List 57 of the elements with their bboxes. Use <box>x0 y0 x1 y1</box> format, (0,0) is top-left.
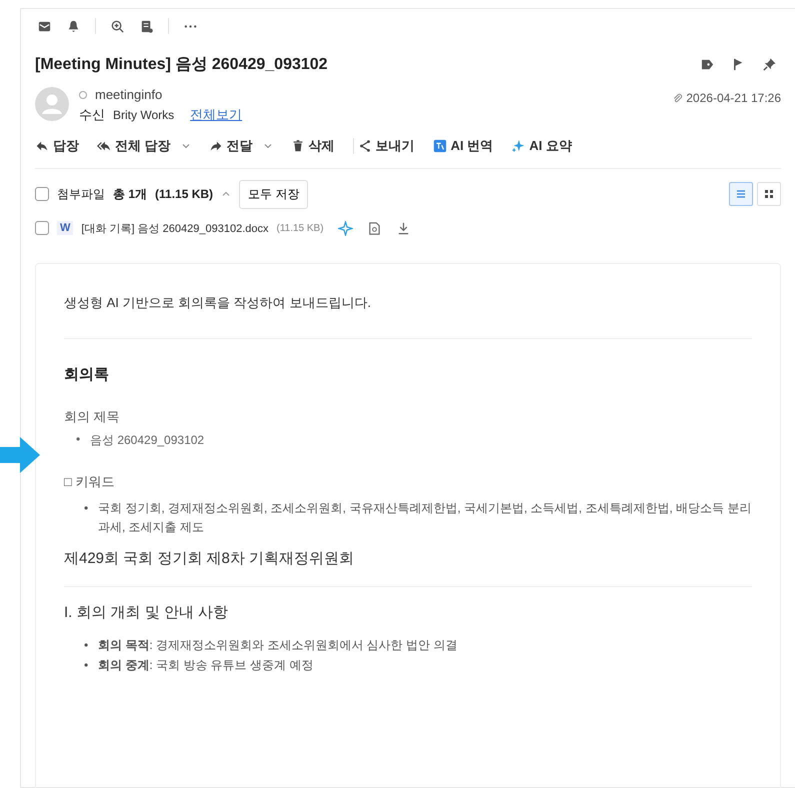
forward-button[interactable]: 전달 <box>208 135 279 157</box>
preview-icon[interactable] <box>366 220 382 236</box>
grid-view-button[interactable] <box>757 182 781 206</box>
avatar-icon <box>35 87 69 121</box>
forward-icon <box>208 139 223 153</box>
list-item: 국회 정기회, 경제재정소위원회, 조세소위원회, 국유재산특례제한법, 국세기본법, 소득세법, 조세특례제한법, 배당소득 분리과세, 조세지출 제도 <box>98 500 752 536</box>
grid-icon <box>763 188 775 200</box>
section-heading: 회의록 <box>64 365 110 384</box>
bell-icon[interactable] <box>66 18 81 34</box>
sparkle-icon <box>511 139 526 153</box>
attachment-label: 첨부파일 <box>57 186 105 202</box>
field-label: 회의 제목 <box>64 408 121 426</box>
word-file-icon: W <box>57 221 74 235</box>
translate-button[interactable]: AI 번역 <box>432 135 500 157</box>
message-date: 2026-04-21 17:26 <box>686 91 781 105</box>
attachment-size: (11.15 KB) <box>155 187 214 201</box>
zoom-in-icon[interactable] <box>110 18 125 34</box>
checkbox[interactable] <box>35 221 49 235</box>
reply-button[interactable]: 답장 <box>35 135 85 157</box>
arrow-icon <box>0 435 40 475</box>
keyword-label: □ 키워드 <box>64 473 116 491</box>
recipient-name[interactable]: Brity Works <box>113 108 174 122</box>
list-item: 회의 목적: 경제재정소위원회와 조세소위원회에서 심사한 법안 의결 <box>98 637 458 654</box>
chevron-down-icon[interactable] <box>180 141 191 151</box>
notepad-icon[interactable] <box>139 18 154 34</box>
chevron-down-icon[interactable] <box>262 141 273 151</box>
message-title: [Meeting Minutes] 음성 260429_093102 <box>35 54 328 74</box>
sender-name[interactable]: meetinginfo <box>95 87 162 102</box>
paperclip-icon <box>672 92 684 104</box>
list-item: 회의 중계: 국회 방송 유튜브 생중계 예정 <box>98 656 314 674</box>
reply-all-button[interactable]: 전체 답장 <box>97 135 197 157</box>
bullet: • <box>84 500 90 517</box>
sparkle-icon[interactable] <box>338 220 353 236</box>
pin-icon[interactable] <box>762 56 777 72</box>
list-item: 음성 260429_093102 <box>90 432 204 449</box>
subsection-title: I. 회의 개최 및 안내 사항 <box>64 603 230 622</box>
delete-button[interactable]: 삭제 <box>290 135 341 157</box>
list-icon <box>735 188 747 200</box>
bullet: • <box>76 432 82 446</box>
view-all-link[interactable]: 전체보기 <box>190 106 242 124</box>
bullet: • <box>84 656 90 674</box>
recipient-label: 수신 <box>79 106 105 124</box>
file-name[interactable]: [대화 기록] 음성 260429_093102.docx <box>81 220 268 236</box>
attachment-count: 총 1개 <box>113 186 148 202</box>
bullet: • <box>84 637 90 654</box>
file-size: (11.15 KB) <box>276 222 324 234</box>
summary-button[interactable]: AI 요약 <box>511 135 578 157</box>
reply-icon <box>35 139 49 153</box>
translate-icon <box>432 139 447 153</box>
save-all-button[interactable]: 모두 저장 <box>239 180 308 208</box>
reply-all-icon <box>97 139 111 153</box>
share-button[interactable]: 보내기 <box>358 135 421 157</box>
checkbox[interactable] <box>35 187 49 201</box>
section-title: 제429회 국회 정기회 제8차 기획재정위원회 <box>64 549 356 568</box>
share-icon <box>358 139 372 153</box>
intro-text: 생성형 AI 기반으로 회의록을 작성하여 보내드립니다. <box>64 294 372 312</box>
trash-icon <box>290 139 305 153</box>
